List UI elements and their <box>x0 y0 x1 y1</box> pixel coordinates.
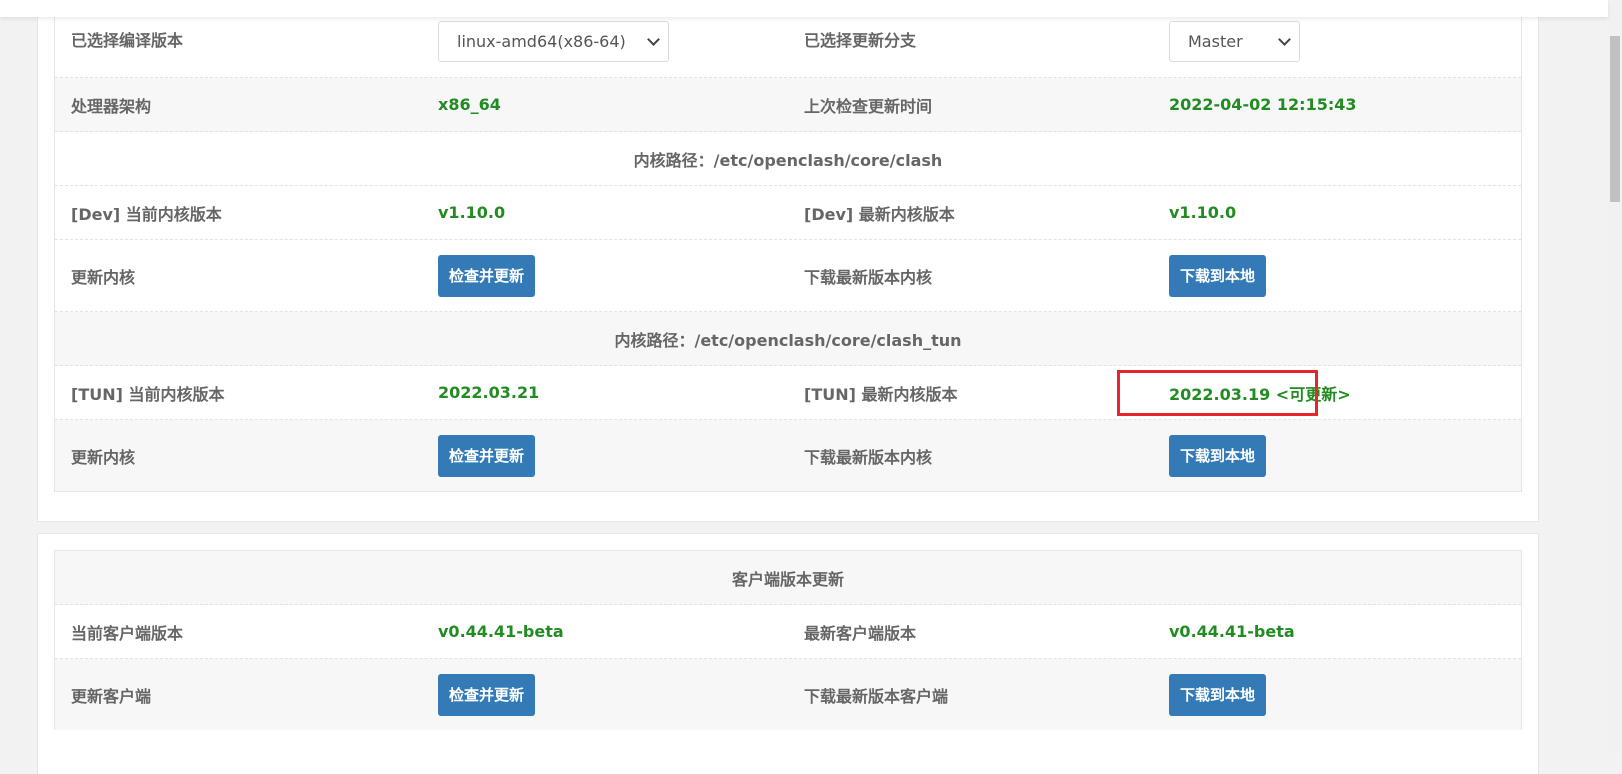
arch-row: 处理器架构 x86_64 上次检查更新时间 2022-04-02 12:15:4… <box>55 78 1521 132</box>
scrollbar[interactable] <box>1608 0 1622 753</box>
download-latest-core-label: 下载最新版本内核 <box>804 267 933 287</box>
client-version-row: 当前客户端版本 v0.44.41-beta 最新客户端版本 v0.44.41-b… <box>55 605 1521 659</box>
client-latest-value: v0.44.41-beta <box>1169 622 1295 641</box>
dev-latest-label: [Dev] 最新内核版本 <box>804 204 955 224</box>
top-bar <box>0 0 1608 17</box>
compile-version-select[interactable]: linux-amd64(x86-64) <box>438 21 669 62</box>
tun-version-row: [TUN] 当前内核版本 2022.03.21 [TUN] 最新内核版本 202… <box>55 366 1521 420</box>
dev-latest-value: v1.10.0 <box>1169 203 1237 222</box>
dev-update-row: 更新内核 检查并更新 下载最新版本内核 下载到本地 <box>55 240 1521 312</box>
dev-version-row: [Dev] 当前内核版本 v1.10.0 [Dev] 最新内核版本 v1.10.… <box>55 186 1521 240</box>
client-info-table: 客户端版本更新 当前客户端版本 v0.44.41-beta 最新客户端版本 v0… <box>54 550 1522 730</box>
core-update-panel: 已选择编译版本 linux-amd64(x86-64) 已选择更新分支 Mast… <box>37 0 1539 522</box>
core-info-table: 已选择编译版本 linux-amd64(x86-64) 已选择更新分支 Mast… <box>54 0 1522 492</box>
client-latest-label: 最新客户端版本 <box>804 623 917 643</box>
tun-latest-label: [TUN] 最新内核版本 <box>804 384 958 404</box>
tun-path-row: 内核路径：/etc/openclash/core/clash_tun <box>55 312 1521 366</box>
tun-current-label: [TUN] 当前内核版本 <box>71 384 225 404</box>
client-update-panel: 客户端版本更新 当前客户端版本 v0.44.41-beta 最新客户端版本 v0… <box>37 533 1539 774</box>
client-update-row: 更新客户端 检查并更新 下载最新版本客户端 下载到本地 <box>55 659 1521 730</box>
branch-label: 已选择更新分支 <box>804 30 917 50</box>
dev-core-path: 内核路径：/etc/openclash/core/clash <box>633 150 943 170</box>
client-section-title: 客户端版本更新 <box>731 569 844 589</box>
update-core-label: 更新内核 <box>71 267 136 287</box>
client-current-value: v0.44.41-beta <box>438 622 564 641</box>
tun-check-update-button[interactable]: 检查并更新 <box>438 434 536 477</box>
client-current-label: 当前客户端版本 <box>71 623 184 643</box>
compile-version-value: linux-amd64(x86-64) <box>457 32 626 51</box>
tun-core-path: 内核路径：/etc/openclash/core/clash_tun <box>614 330 962 350</box>
client-check-update-button[interactable]: 检查并更新 <box>438 673 536 716</box>
compile-label: 已选择编译版本 <box>71 30 184 50</box>
last-check-label: 上次检查更新时间 <box>804 96 933 116</box>
tun-download-local-button[interactable]: 下载到本地 <box>1169 434 1267 477</box>
scrollbar-thumb[interactable] <box>1610 36 1620 202</box>
tun-current-value: 2022.03.21 <box>438 383 540 402</box>
tun-update-row: 更新内核 检查并更新 下载最新版本内核 下载到本地 <box>55 420 1521 491</box>
chevron-down-icon <box>647 32 660 46</box>
chevron-down-icon <box>1278 32 1291 46</box>
dev-current-value: v1.10.0 <box>438 203 506 222</box>
dev-current-label: [Dev] 当前内核版本 <box>71 204 222 224</box>
update-client-label: 更新客户端 <box>71 686 152 706</box>
dev-check-update-button[interactable]: 检查并更新 <box>438 254 536 297</box>
download-latest-core-label: 下载最新版本内核 <box>804 447 933 467</box>
dev-download-local-button[interactable]: 下载到本地 <box>1169 254 1267 297</box>
branch-select[interactable]: Master <box>1169 21 1300 62</box>
dev-path-row: 内核路径：/etc/openclash/core/clash <box>55 132 1521 186</box>
tun-latest-value: 2022.03.19 <可更新> <box>1169 384 1351 404</box>
client-title-row: 客户端版本更新 <box>55 551 1521 605</box>
download-latest-client-label: 下载最新版本客户端 <box>804 686 949 706</box>
arch-value: x86_64 <box>438 95 501 114</box>
arch-label: 处理器架构 <box>71 96 152 116</box>
update-core-label: 更新内核 <box>71 447 136 467</box>
branch-value: Master <box>1188 32 1243 51</box>
client-download-local-button[interactable]: 下载到本地 <box>1169 673 1267 716</box>
last-check-value: 2022-04-02 12:15:43 <box>1169 95 1357 114</box>
